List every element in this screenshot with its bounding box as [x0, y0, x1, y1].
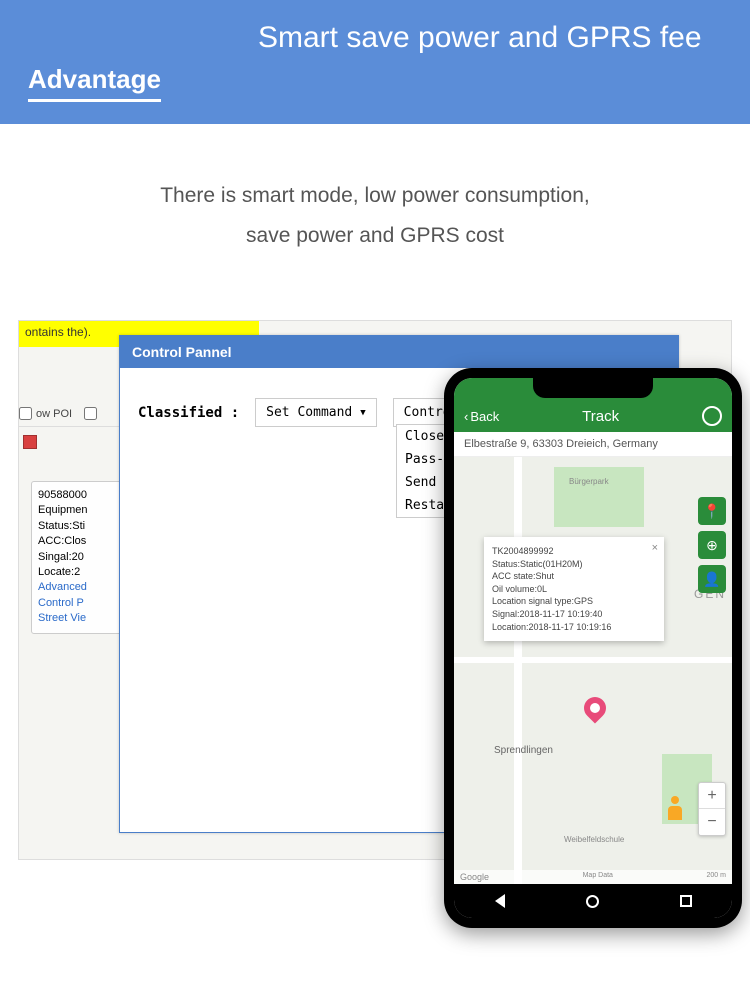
- close-icon[interactable]: ×: [652, 541, 658, 556]
- refresh-icon[interactable]: [702, 406, 722, 426]
- google-logo: Google: [460, 872, 489, 882]
- poi-checkbox-input[interactable]: [19, 407, 32, 420]
- header-title: Smart save power and GPRS fee: [240, 0, 750, 124]
- show-poi-checkbox[interactable]: ow POI: [19, 401, 119, 427]
- chevron-down-icon: ▼: [360, 408, 365, 418]
- location-icon[interactable]: 📍: [698, 497, 726, 525]
- map-sidebar: ow POI: [19, 401, 119, 460]
- subtitle-line2: save power and GPRS cost: [20, 216, 730, 256]
- popup-location: Location:2018-11-17 10:19:16: [492, 621, 656, 634]
- android-home-icon[interactable]: [586, 895, 599, 908]
- control-panel-title: Control Pannel: [120, 336, 678, 368]
- android-back-icon[interactable]: [495, 894, 505, 908]
- info-acc: ACC:Clos: [38, 534, 116, 549]
- popup-signal: Signal:2018-11-17 10:19:40: [492, 608, 656, 621]
- target-icon[interactable]: ⊕: [698, 531, 726, 559]
- location-pin-icon[interactable]: [584, 697, 606, 727]
- park-area: [554, 467, 644, 527]
- info-locate: Locate:2: [38, 565, 116, 580]
- device-popup: × TK2004899992 Status:Static(01H20M) ACC…: [484, 537, 664, 641]
- person-pin-icon[interactable]: 👤: [698, 565, 726, 593]
- phone-mockup: ‹ Back Track Elbestraße 9, 63303 Dreieic…: [444, 368, 742, 928]
- android-recent-icon[interactable]: [680, 895, 692, 907]
- info-advanced-link[interactable]: Advanced: [38, 580, 116, 595]
- info-control-link[interactable]: Control P: [38, 596, 116, 611]
- road-vertical: [514, 457, 522, 884]
- sprendlingen-label: Sprendlingen: [494, 745, 553, 756]
- second-checkbox[interactable]: [84, 407, 97, 420]
- info-status: Status:Sti: [38, 519, 116, 534]
- popup-signal-type: Location signal type:GPS: [492, 595, 656, 608]
- zoom-in-button[interactable]: +: [699, 783, 725, 809]
- pegman-icon[interactable]: [666, 796, 684, 824]
- zoom-controls: + −: [698, 782, 726, 836]
- map-side-buttons: 📍 ⊕ 👤: [698, 497, 726, 593]
- address-bar: Elbestraße 9, 63303 Dreieich, Germany: [454, 432, 732, 457]
- phone-notch: [533, 378, 653, 398]
- subtitle-block: There is smart mode, low power consumpti…: [0, 124, 750, 266]
- set-command-text: Set Command: [266, 405, 352, 420]
- info-signal: Singal:20: [38, 550, 116, 565]
- red-marker-icon: [23, 435, 37, 449]
- map-view[interactable]: Bürgerpark Sprendlingen GEN Weibelfeldsc…: [454, 457, 732, 884]
- android-nav-bar: [454, 884, 732, 918]
- info-street-link[interactable]: Street Vie: [38, 611, 116, 626]
- map-marker-row: [19, 427, 119, 460]
- popup-oil: Oil volume:0L: [492, 583, 656, 596]
- popup-id: TK2004899992: [492, 545, 656, 558]
- info-equipment: Equipmen: [38, 503, 116, 518]
- popup-acc: ACC state:Shut: [492, 570, 656, 583]
- back-label: Back: [470, 409, 499, 424]
- road-horizontal: [454, 657, 732, 663]
- header-left: Advantage: [0, 0, 240, 124]
- map-scale: 200 m: [707, 872, 726, 882]
- subtitle-line1: There is smart mode, low power consumpti…: [20, 176, 730, 216]
- poi-label: ow POI: [36, 408, 72, 420]
- advantage-label: Advantage: [28, 64, 161, 102]
- map-attribution: Google Map Data 200 m: [454, 870, 732, 884]
- info-id: 90588000: [38, 488, 116, 503]
- weibelfeldschule-label: Weibelfeldschule: [564, 835, 624, 844]
- phone-screen: ‹ Back Track Elbestraße 9, 63303 Dreieic…: [454, 378, 732, 918]
- popup-status: Status:Static(01H20M): [492, 558, 656, 571]
- page-header: Advantage Smart save power and GPRS fee: [0, 0, 750, 124]
- set-command-dropdown[interactable]: Set Command ▼: [255, 398, 377, 427]
- chevron-left-icon: ‹: [464, 409, 468, 424]
- app-header: ‹ Back Track: [454, 400, 732, 432]
- back-button[interactable]: ‹ Back: [464, 409, 499, 424]
- app-title: Track: [582, 408, 619, 425]
- map-data-label: Map Data: [583, 872, 613, 882]
- classified-label: Classified :: [138, 405, 239, 421]
- zoom-out-button[interactable]: −: [699, 809, 725, 835]
- burgerpark-label: Bürgerpark: [569, 477, 609, 486]
- device-info-tooltip: 90588000 Equipmen Status:Sti ACC:Clos Si…: [31, 481, 123, 634]
